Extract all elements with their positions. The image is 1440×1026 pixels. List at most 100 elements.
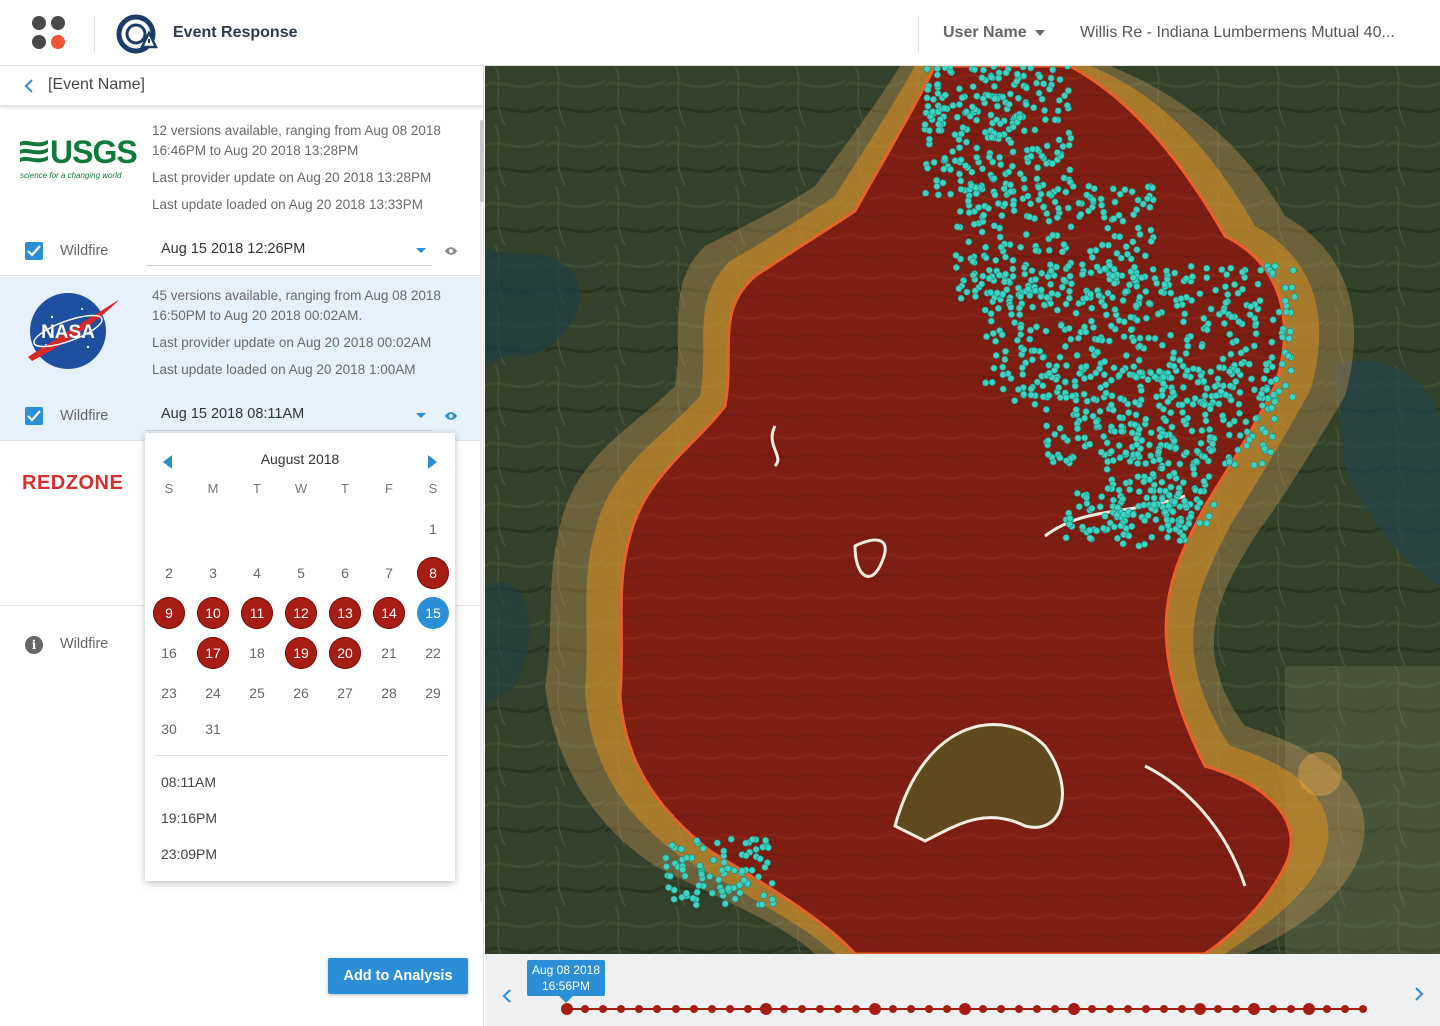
exposure-point [1173, 302, 1181, 310]
apps-grid-icon[interactable] [30, 15, 70, 55]
calendar-day[interactable]: 20 [329, 637, 361, 669]
timeline-version-dot[interactable] [1141, 1005, 1150, 1013]
calendar-day[interactable]: 2 [153, 557, 185, 589]
timeline-version-dot[interactable] [760, 1003, 772, 1015]
calendar-day[interactable]: 6 [329, 557, 361, 589]
calendar-day[interactable]: 9 [153, 597, 185, 629]
calendar-day[interactable]: 13 [329, 597, 361, 629]
timeline-version-dot[interactable] [599, 1005, 608, 1013]
timeline-version-dot[interactable] [725, 1005, 734, 1013]
timeline-version-dot[interactable] [906, 1005, 915, 1013]
calendar-day[interactable]: 21 [373, 637, 405, 669]
eye-icon[interactable] [444, 246, 458, 256]
timeline-version-dot[interactable] [1194, 1003, 1207, 1015]
timeline-version-dot[interactable] [1286, 1005, 1295, 1013]
timeline-version-dot[interactable] [852, 1005, 861, 1013]
timeline-version-dot[interactable] [1268, 1005, 1277, 1013]
calendar-day[interactable]: 25 [241, 677, 273, 709]
calendar-day[interactable]: 15 [417, 597, 449, 629]
timeline-version-dot[interactable] [959, 1003, 971, 1015]
timeline-version-dot[interactable] [997, 1005, 1006, 1013]
calendar-day[interactable]: 12 [285, 597, 317, 629]
timeline-version-dot[interactable] [743, 1005, 752, 1013]
exposure-point [1103, 439, 1111, 447]
calendar-day[interactable]: 4 [241, 557, 273, 589]
exposure-point [1125, 409, 1133, 417]
time-option[interactable]: 08:11AM [161, 774, 216, 790]
next-month-icon[interactable] [428, 455, 437, 469]
version-select[interactable]: Aug 15 2018 12:26PM [146, 236, 432, 266]
timeline-version-dot[interactable] [1015, 1005, 1024, 1013]
timeline-version-dot[interactable] [1302, 1003, 1315, 1015]
calendar-day[interactable]: 24 [197, 677, 229, 709]
account-selector[interactable]: Willis Re - Indiana Lumbermens Mutual 40… [1080, 24, 1420, 42]
timeline-version-dot[interactable] [942, 1005, 951, 1013]
chevron-right-icon[interactable] [1413, 986, 1425, 1002]
timeline-version-dot[interactable] [924, 1005, 933, 1013]
exposure-point [1247, 375, 1255, 383]
timeline-version-dot[interactable] [1067, 1003, 1080, 1015]
chevron-left-icon[interactable] [22, 78, 36, 94]
calendar-day[interactable]: 14 [373, 597, 405, 629]
calendar-day[interactable]: 8 [417, 557, 449, 589]
calendar-day[interactable]: 16 [153, 637, 185, 669]
timeline-version-dot[interactable] [1248, 1003, 1261, 1015]
time-option[interactable]: 19:16PM [161, 810, 217, 826]
calendar-day[interactable]: 10 [197, 597, 229, 629]
calendar-day[interactable]: 30 [153, 713, 185, 745]
calendar-day[interactable]: 27 [329, 677, 361, 709]
timeline-version-dot[interactable] [979, 1005, 988, 1013]
calendar-day[interactable]: 18 [241, 637, 273, 669]
timeline-version-dot[interactable] [581, 1005, 590, 1013]
timeline-version-dot[interactable] [617, 1005, 626, 1013]
timeline-version-dot[interactable] [1214, 1005, 1223, 1013]
add-to-analysis-button[interactable]: Add to Analysis [328, 958, 468, 994]
timeline-version-dot[interactable] [635, 1005, 644, 1013]
map-view[interactable] [485, 66, 1440, 954]
timeline-version-dot[interactable] [1340, 1005, 1349, 1013]
calendar-day[interactable]: 23 [153, 677, 185, 709]
timeline-version-dot[interactable] [1123, 1005, 1132, 1013]
calendar-day[interactable]: 1 [417, 513, 449, 545]
timeline-version-dot[interactable] [1178, 1005, 1187, 1013]
timeline-version-dot[interactable] [834, 1005, 843, 1013]
calendar-day[interactable]: 28 [373, 677, 405, 709]
timeline-version-dot[interactable] [1105, 1005, 1114, 1013]
calendar-day[interactable]: 29 [417, 677, 449, 709]
chevron-left-icon[interactable] [501, 988, 513, 1004]
timeline-version-dot[interactable] [1160, 1005, 1168, 1013]
timeline-version-dot[interactable] [1087, 1005, 1096, 1013]
timeline-version-dot[interactable] [798, 1005, 807, 1013]
calendar-day[interactable]: 26 [285, 677, 317, 709]
timeline-version-dot[interactable] [1322, 1005, 1331, 1013]
user-menu[interactable]: User Name [943, 24, 1045, 42]
calendar-day[interactable]: 19 [285, 637, 317, 669]
timeline-version-dot[interactable] [1033, 1005, 1042, 1013]
calendar-day[interactable]: 17 [197, 637, 229, 669]
timeline-version-dot[interactable] [816, 1005, 825, 1013]
eye-icon[interactable] [444, 411, 458, 421]
calendar-day[interactable]: 11 [241, 597, 273, 629]
timeline-version-dot[interactable] [1051, 1005, 1060, 1013]
timeline-version-dot[interactable] [707, 1005, 716, 1013]
timeline-version-dot[interactable] [780, 1005, 789, 1013]
calendar-day[interactable]: 31 [197, 713, 229, 745]
timeline-version-dot[interactable] [868, 1003, 881, 1015]
timeline-version-dot[interactable] [888, 1005, 897, 1013]
info-icon[interactable]: i [25, 636, 43, 654]
calendar-day[interactable]: 3 [197, 557, 229, 589]
timeline-version-dot[interactable] [689, 1005, 698, 1013]
calendar-day[interactable]: 5 [285, 557, 317, 589]
wildfire-checkbox[interactable] [25, 407, 43, 425]
timeline-version-dot[interactable] [671, 1005, 680, 1013]
calendar-day[interactable]: 22 [417, 637, 449, 669]
timeline-version-dot[interactable] [561, 1003, 573, 1015]
timeline-version-dot[interactable] [1359, 1005, 1367, 1013]
timeline-version-dot[interactable] [653, 1005, 662, 1013]
version-select[interactable]: Aug 15 2018 08:11AM [146, 401, 432, 431]
scrollbar-thumb[interactable] [480, 120, 484, 202]
calendar-day[interactable]: 7 [373, 557, 405, 589]
time-option[interactable]: 23:09PM [161, 846, 217, 862]
timeline-version-dot[interactable] [1232, 1005, 1241, 1013]
wildfire-checkbox[interactable] [25, 242, 43, 260]
